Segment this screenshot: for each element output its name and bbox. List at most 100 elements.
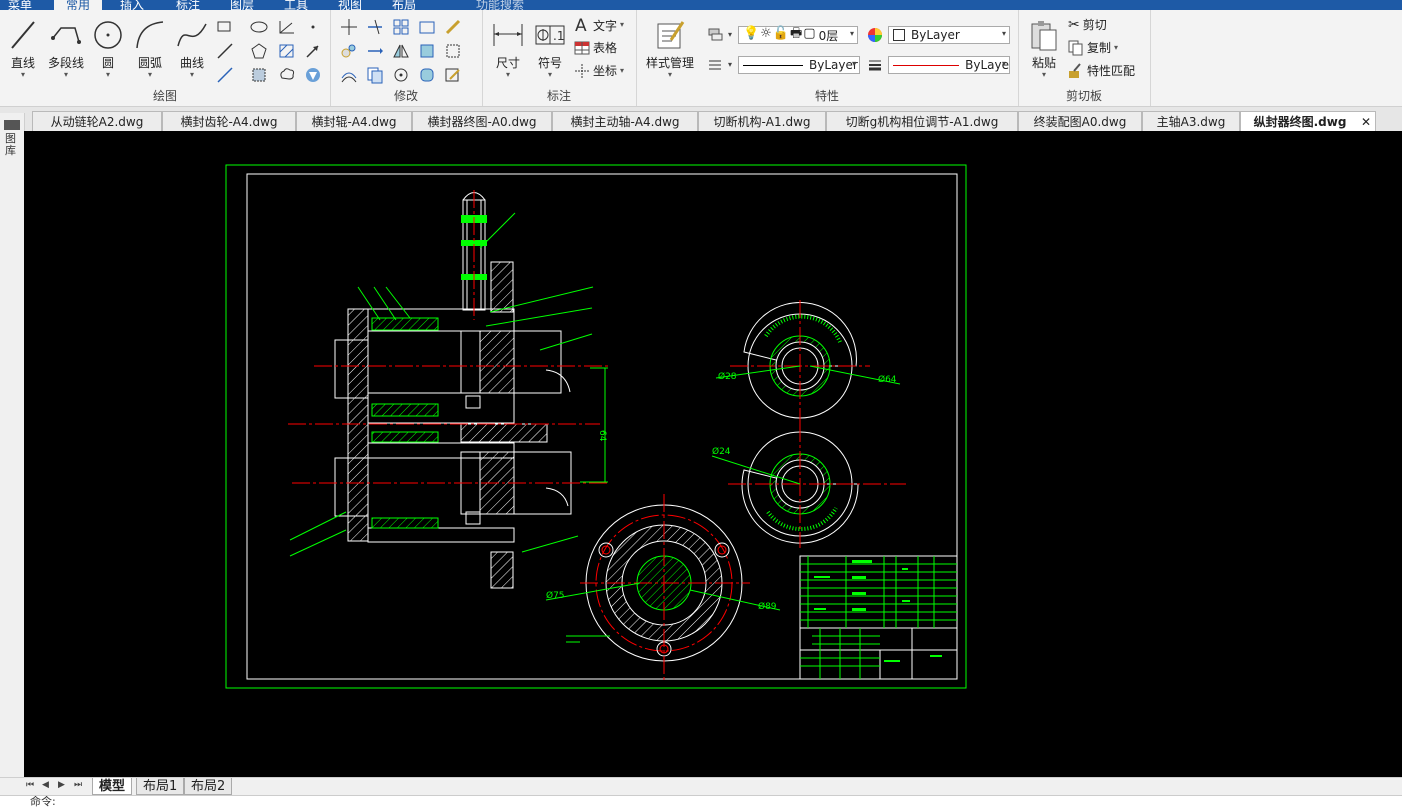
spline-icon [177, 23, 207, 47]
menubar: 菜单 常用 插入 标注 图层 工具 视图 布局 功能搜索 [0, 0, 1402, 10]
polyline-icon [51, 27, 81, 44]
explode-icon[interactable] [444, 42, 462, 60]
tab-document-7[interactable]: 切断g机构相位调节-A1.dwg [826, 111, 1018, 131]
arrow-icon[interactable] [304, 42, 322, 60]
trim-icon[interactable] [366, 18, 384, 36]
library-side-panel[interactable]: 图库 [0, 113, 25, 777]
layer-manager-caret[interactable]: ▾ [728, 30, 732, 39]
angle-line-icon[interactable] [278, 18, 296, 36]
linetype-caret[interactable]: ▾ [728, 60, 732, 69]
tab-document-3[interactable]: 横封辊-A4.dwg [296, 111, 412, 131]
curve-button[interactable]: 曲线 ▾ [174, 18, 210, 79]
tab-document-5[interactable]: 横封主动轴-A4.dwg [552, 111, 698, 131]
construction-line-icon[interactable] [216, 42, 234, 60]
edit-icon[interactable] [444, 66, 462, 84]
menu-item-home[interactable]: 常用 [54, 0, 103, 10]
layout-tab-model[interactable]: 模型 [92, 778, 133, 795]
linetype-icon[interactable] [706, 56, 724, 74]
hatch-icon[interactable] [278, 42, 296, 60]
menu-item-layout[interactable]: 布局 [392, 0, 416, 10]
cut-button[interactable]: ✂ 剪切 [1068, 16, 1107, 33]
array-icon[interactable] [392, 18, 410, 36]
cloud-icon[interactable] [278, 66, 296, 84]
copy-object-icon[interactable] [366, 66, 384, 84]
menu-item-insert[interactable]: 插入 [120, 0, 144, 10]
copy-button[interactable]: 复制 ▾ [1068, 39, 1118, 56]
ribbon: 直线 ▾ 多段线 ▾ 圆 ▾ 圆弧 ▾ 曲线 ▾ 绘图 修改 尺寸 ▾ .1 符… [0, 10, 1402, 107]
circle-button[interactable]: 圆 ▾ [92, 18, 124, 79]
rectangle-icon[interactable] [216, 18, 234, 36]
style-manager-button[interactable]: 样式管理 ▾ [642, 18, 698, 79]
move-icon[interactable] [340, 18, 358, 36]
menu-item-menu[interactable]: 菜单 [8, 0, 32, 10]
diameter-24-label: Ø24 [712, 446, 731, 457]
feature-search[interactable]: 功能搜索 [476, 0, 524, 10]
linetype-combo[interactable]: ByLayer ▾ [738, 56, 860, 74]
menu-item-annotate[interactable]: 标注 [176, 0, 200, 10]
tab-document-4[interactable]: 横封器终图-A0.dwg [412, 111, 552, 131]
last-layout-icon[interactable]: ⏭ [74, 780, 82, 790]
tab-document-6[interactable]: 切断机构-A1.dwg [698, 111, 826, 131]
fillet-icon[interactable] [418, 66, 436, 84]
next-layout-icon[interactable]: ▶ [58, 780, 65, 790]
coordinate-button[interactable]: 坐标 ▾ [574, 62, 624, 79]
pencil-icon[interactable] [444, 18, 462, 36]
lineweight-icon[interactable] [866, 56, 884, 74]
command-prompt: 命令: [30, 795, 56, 808]
flange-view [545, 494, 781, 680]
geometric-tolerance-icon: .1 [535, 25, 565, 45]
wipeout-icon[interactable] [304, 66, 322, 84]
tab-document-active[interactable]: 纵封器终图.dwg ✕ [1240, 111, 1376, 132]
tab-document-2[interactable]: 横封齿轮-A4.dwg [162, 111, 296, 131]
close-icon[interactable]: ✕ [1361, 112, 1371, 132]
tab-document-1[interactable]: 从动链轮A2.dwg [32, 111, 162, 131]
drawing-canvas[interactable]: 64 Ø28 Ø64 Ø24 Ø75 Ø89 [24, 131, 1402, 777]
polyline-button[interactable]: 多段线 ▾ [44, 18, 88, 79]
table-button[interactable]: 表格 [574, 39, 617, 56]
svg-text:.1: .1 [553, 29, 564, 43]
menu-item-tools[interactable]: 工具 [284, 0, 308, 10]
stretch-icon[interactable] [418, 42, 436, 60]
block-icon[interactable] [418, 18, 436, 36]
polygon-icon[interactable] [250, 42, 268, 60]
menu-item-view[interactable]: 视图 [338, 0, 362, 10]
layer-combo[interactable]: 💡☼🔓🖶▢ 0层 ▾ [738, 26, 858, 44]
layer-state-icons: 💡☼🔓🖶▢ [743, 26, 817, 41]
text-icon: A [575, 16, 587, 34]
prev-layout-icon[interactable]: ◀ [42, 780, 49, 790]
menu-item-layer[interactable]: 图层 [230, 0, 254, 10]
dimension-64 [580, 367, 608, 483]
scale-icon[interactable] [340, 42, 358, 60]
region-icon[interactable] [250, 66, 268, 84]
command-line[interactable]: 命令: [0, 795, 1402, 808]
tab-document-9[interactable]: 主轴A3.dwg [1142, 111, 1240, 131]
match-properties-button[interactable]: 特性匹配 [1068, 62, 1135, 79]
extend-icon[interactable] [366, 42, 384, 60]
line-button[interactable]: 直线 ▾ [6, 18, 40, 79]
layer-manager-icon[interactable] [706, 26, 724, 44]
lineweight-combo[interactable]: ByLaye ▾ [888, 56, 1010, 74]
linetype-sample [743, 64, 803, 66]
paste-button[interactable]: 粘贴 ▾ [1026, 18, 1062, 79]
symbol-button[interactable]: .1 符号 ▾ [532, 18, 568, 79]
cad-drawing: 64 Ø28 Ø64 Ø24 Ø75 Ø89 [225, 164, 967, 689]
offset-icon[interactable] [340, 66, 358, 84]
layout-tab-layout1[interactable]: 布局1 [136, 778, 185, 795]
section-view-green-parts [371, 215, 487, 529]
color-wheel-icon[interactable] [866, 26, 884, 44]
mirror-icon[interactable] [392, 42, 410, 60]
match-properties-icon [1069, 62, 1081, 78]
color-combo[interactable]: ByLayer ▾ [888, 26, 1010, 44]
point-icon[interactable] [304, 18, 322, 36]
dimension-button[interactable]: 尺寸 ▾ [490, 18, 526, 79]
rotate-icon[interactable] [392, 66, 410, 84]
first-layout-icon[interactable]: ⏮ [26, 780, 34, 790]
ray-icon[interactable] [216, 66, 234, 84]
ellipse-icon[interactable] [250, 18, 268, 36]
tab-document-8[interactable]: 终装配图A0.dwg [1018, 111, 1142, 131]
svg-text:A: A [575, 16, 587, 34]
arc-button[interactable]: 圆弧 ▾ [132, 18, 168, 79]
chevron-down-icon: ▾ [849, 29, 854, 38]
text-button[interactable]: A 文字 ▾ [574, 16, 624, 34]
layout-tab-layout2[interactable]: 布局2 [184, 778, 233, 795]
